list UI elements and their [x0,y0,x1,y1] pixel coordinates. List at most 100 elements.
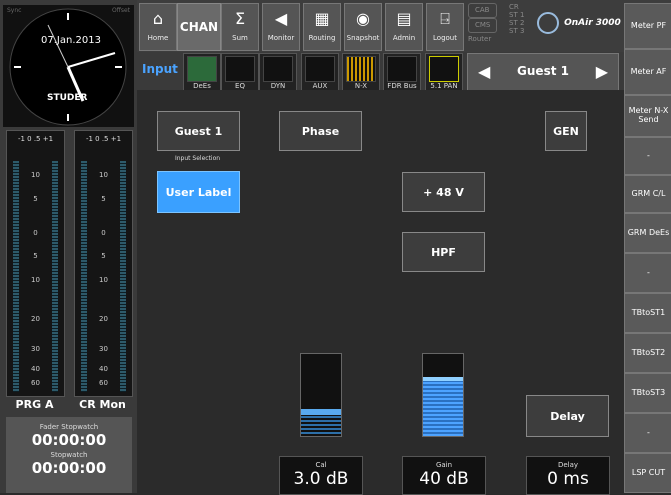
eq-curve-icon [225,56,255,82]
admin-button[interactable]: ▤ Admin [385,3,423,51]
sigma-icon: Σ [234,9,246,28]
phase-button[interactable]: Phase [279,111,362,151]
meter-tick: 30 [31,345,40,353]
grid-icon: ▦ [314,9,330,28]
chan-tab[interactable]: CHAN [177,3,221,51]
channel-selector: ◀ Guest 1 ▶ [467,53,619,91]
nx-meter-icon [346,56,376,82]
sum-button[interactable]: Σ Sum [221,3,259,51]
fdr-bus-button[interactable]: FDR Bus [383,53,421,91]
meter-tick: 5 [101,195,106,203]
input-source-button[interactable]: Guest 1 [157,111,240,151]
input-selection-caption: Input Selection [174,155,221,162]
right-sidebar: Meter PF Meter AF Meter N-X Send - GRM C… [624,0,671,493]
sidebar-empty-1[interactable]: - [624,137,671,175]
lsp-cut-button[interactable]: LSP CUT [624,453,671,493]
cal-label: Cal [315,461,327,469]
tb-to-st3-button[interactable]: TBtoST3 [624,373,671,413]
onair-swirl-icon [537,12,559,34]
dyn-button[interactable]: DYN [259,53,297,91]
stopwatch-value[interactable]: 00:00:00 [6,459,132,477]
gain-value[interactable]: 40 dB [403,469,485,489]
clock-sync-label: Sync [7,7,22,14]
st2-indicator: ST 2 [509,19,525,27]
eq-button[interactable]: EQ [221,53,259,91]
routing-button[interactable]: ▦ Routing [303,3,341,51]
top-nav: ⌂ Home CHAN Σ Sum ◀ Monitor ▦ Routing ◉ … [137,0,624,52]
clock-offset-label: Offset [111,7,130,14]
gain-fader-fill [423,378,463,436]
meter-tick: 0 [101,229,106,237]
next-channel-icon[interactable]: ▶ [596,62,608,81]
studer-logo: STUDER [47,93,88,103]
user-label-button[interactable]: User Label [157,171,240,213]
grm-dees-button[interactable]: GRM DeEs [624,213,671,253]
channel-toolbar: Input DeEs EQ DYN AUX N-X FDR Bus 5.1 PA… [137,52,624,91]
gain-fader[interactable] [422,353,464,437]
onair-logo: OnAir 3000 [537,12,621,38]
input-label: Input [142,62,178,76]
meter-tick: 5 [33,252,38,260]
stopwatch-panel: Fader Stopwatch 00:00:00 Stopwatch 00:00… [6,417,132,493]
snapshot-label: Snapshot [346,34,380,42]
st1-indicator: ST 1 [509,11,525,19]
meter-tick: 5 [33,195,38,203]
monitor-button[interactable]: ◀ Monitor [262,3,300,51]
meter-tick: 10 [31,171,40,179]
channel-name: Guest 1 [517,64,569,78]
home-label: Home [147,34,169,42]
nx-button[interactable]: N-X [342,53,380,91]
tb-to-st2-button[interactable]: TBtoST2 [624,333,671,373]
prev-channel-icon[interactable]: ◀ [478,62,490,81]
meter-bar-left [13,161,19,392]
snapshot-button[interactable]: ◉ Snapshot [344,3,382,51]
dees-label: DeEs [193,82,211,90]
dees-button[interactable]: DeEs [183,53,221,91]
meter-tick: 0 [33,229,38,237]
cal-value[interactable]: 3.0 dB [280,469,362,489]
delay-readout: Delay 0 ms [526,456,610,495]
logout-button[interactable]: ⍈ Logout [426,3,464,51]
aux-button[interactable]: AUX [301,53,339,91]
meter-pf-button[interactable]: Meter PF [624,3,671,49]
meter-af-button[interactable]: Meter AF [624,49,671,95]
meter-bar-left [81,161,87,392]
admin-label: Admin [392,34,416,42]
dyn-icon [263,56,293,82]
meter-nx-send-button[interactable]: Meter N-X Send [624,95,671,137]
cal-fader[interactable] [300,353,342,437]
grm-cl-button[interactable]: GRM C/L [624,175,671,213]
cms-indicator: CMS [468,18,498,33]
cal-readout: Cal 3.0 dB [279,456,363,495]
fader-stopwatch-value[interactable]: 00:00:00 [6,431,132,449]
gain-readout: Gain 40 dB [402,456,486,495]
sidebar-empty-3[interactable]: - [624,413,671,453]
meter-tick: 30 [99,345,108,353]
phantom-power-button[interactable]: + 48 V [402,172,485,212]
left-panel: Sync Offset 07.Jan.2013 STUDER -1 0 .5 +… [0,0,137,493]
cab-indicator: CAB [468,3,498,18]
cal-fader-handle[interactable] [301,409,341,415]
sum-label: Sum [232,34,248,42]
studio-indicators: CR ST 1 ST 2 ST 3 [509,3,524,35]
meter-tick: 10 [99,171,108,179]
pan-button[interactable]: 5.1 PAN [425,53,463,91]
delay-button[interactable]: Delay [526,395,609,437]
delay-value[interactable]: 0 ms [527,469,609,489]
tb-to-st1-button[interactable]: TBtoST1 [624,293,671,333]
dyn-label: DYN [270,82,286,90]
aux-bars-icon [305,56,335,82]
speaker-icon: ◀ [274,9,288,28]
analog-clock: Sync Offset 07.Jan.2013 STUDER [3,5,134,127]
sidebar-empty-2[interactable]: - [624,253,671,293]
meter-tick: 20 [31,315,40,323]
gain-fader-handle[interactable] [423,377,463,381]
home-button[interactable]: ⌂ Home [139,3,177,51]
logout-label: Logout [433,34,457,42]
gen-button[interactable]: GEN [545,111,587,151]
meter-bar-right [120,161,126,392]
meter-label-cr-mon: CR Mon [79,398,126,411]
hpf-button[interactable]: HPF [402,232,485,272]
pan-dot-icon [429,56,459,82]
camera-icon: ◉ [356,9,370,28]
